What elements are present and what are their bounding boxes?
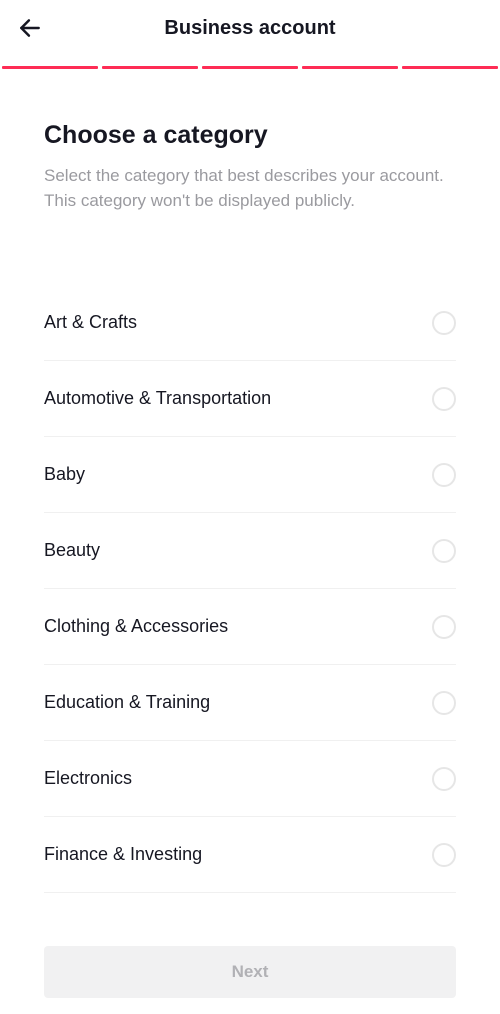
page-title: Business account [0, 17, 500, 40]
back-arrow-icon [17, 15, 43, 41]
radio-icon [432, 767, 456, 791]
category-list: Art & Crafts Automotive & Transportation… [44, 285, 456, 893]
progress-segment [202, 66, 298, 69]
footer: Next [0, 930, 500, 1014]
category-item-automotive[interactable]: Automotive & Transportation [44, 361, 456, 437]
radio-icon [432, 463, 456, 487]
subheading: Select the category that best describes … [44, 164, 456, 213]
category-item-beauty[interactable]: Beauty [44, 513, 456, 589]
radio-icon [432, 539, 456, 563]
radio-icon [432, 691, 456, 715]
progress-segment [402, 66, 498, 69]
category-item-electronics[interactable]: Electronics [44, 741, 456, 817]
category-item-finance[interactable]: Finance & Investing [44, 817, 456, 893]
content: Choose a category Select the category th… [0, 69, 500, 893]
next-button[interactable]: Next [44, 946, 456, 998]
progress-segment [302, 66, 398, 69]
back-button[interactable] [16, 14, 44, 42]
heading: Choose a category [44, 121, 456, 150]
category-label: Baby [44, 464, 85, 485]
radio-icon [432, 387, 456, 411]
category-item-art-crafts[interactable]: Art & Crafts [44, 285, 456, 361]
category-label: Beauty [44, 540, 100, 561]
category-label: Finance & Investing [44, 844, 202, 865]
category-label: Electronics [44, 768, 132, 789]
radio-icon [432, 615, 456, 639]
radio-icon [432, 311, 456, 335]
progress-bar [0, 66, 500, 69]
category-item-clothing[interactable]: Clothing & Accessories [44, 589, 456, 665]
category-label: Clothing & Accessories [44, 616, 228, 637]
category-item-baby[interactable]: Baby [44, 437, 456, 513]
progress-segment [102, 66, 198, 69]
category-item-education[interactable]: Education & Training [44, 665, 456, 741]
category-label: Art & Crafts [44, 312, 137, 333]
radio-icon [432, 843, 456, 867]
category-label: Automotive & Transportation [44, 388, 271, 409]
header: Business account [0, 0, 500, 56]
progress-segment [2, 66, 98, 69]
category-label: Education & Training [44, 692, 210, 713]
